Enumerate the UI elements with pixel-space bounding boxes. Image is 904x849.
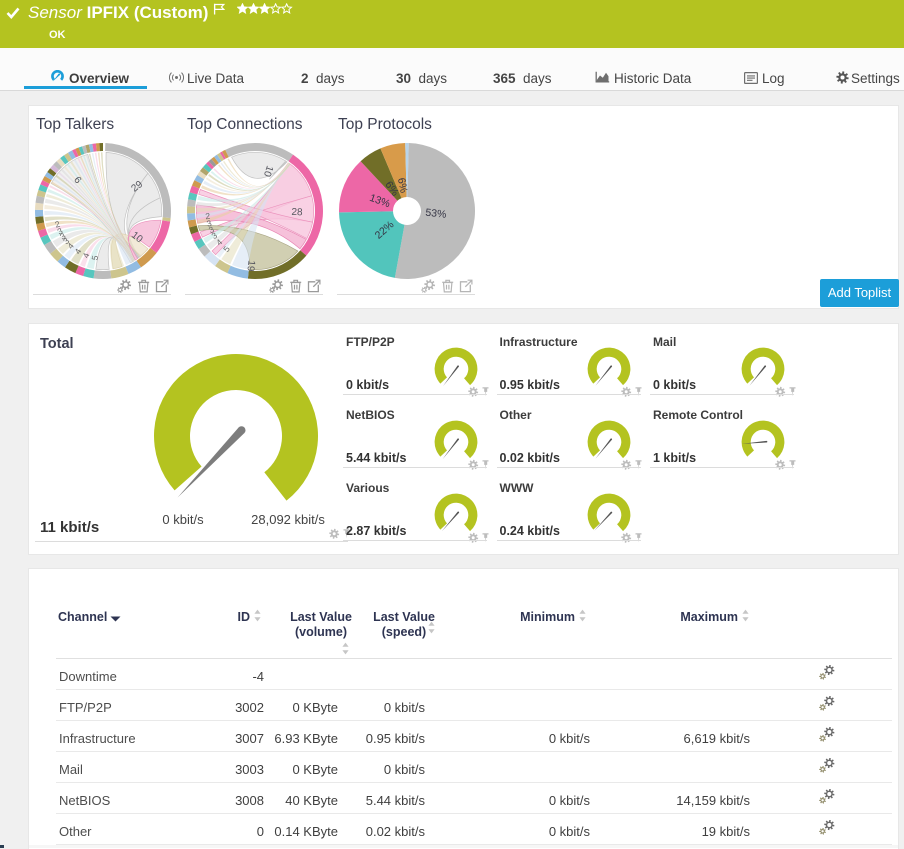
- svg-text:53%: 53%: [425, 207, 447, 221]
- svg-text:28: 28: [291, 207, 303, 218]
- svg-text:19: 19: [244, 260, 256, 273]
